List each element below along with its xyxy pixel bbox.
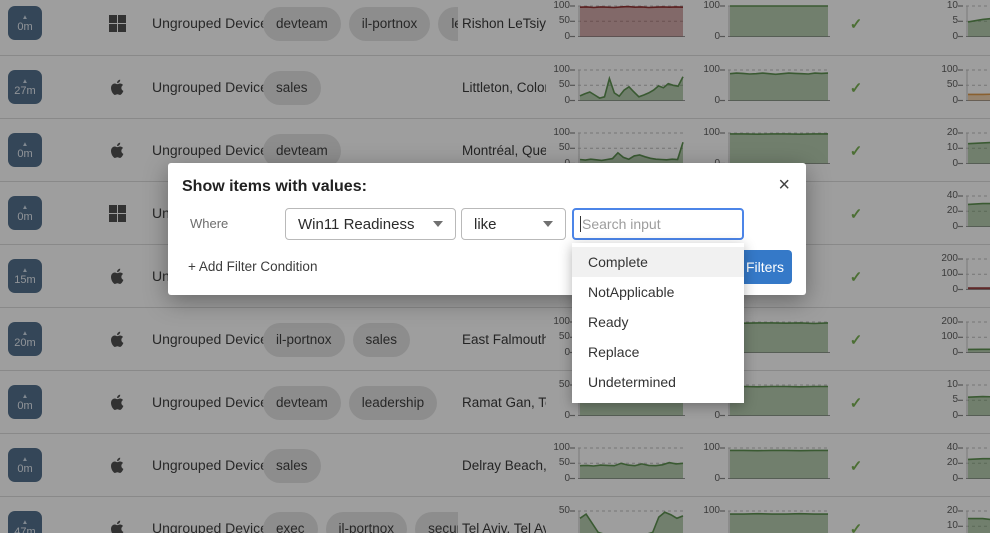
dropdown-option-replace[interactable]: Replace bbox=[572, 337, 744, 367]
chevron-down-icon bbox=[543, 221, 553, 227]
filters-button[interactable]: Filters bbox=[738, 250, 792, 284]
close-icon[interactable]: × bbox=[778, 174, 790, 196]
add-filter-condition-link[interactable]: + Add Filter Condition bbox=[188, 259, 317, 274]
text-cursor bbox=[580, 216, 581, 232]
modal-title: Show items with values: bbox=[182, 178, 367, 196]
search-input-wrapper bbox=[572, 208, 744, 240]
where-label: Where bbox=[190, 216, 228, 231]
device-management-screen: ▲ 0m Ungrouped Devices devteamil-portnox… bbox=[0, 0, 990, 533]
search-input[interactable] bbox=[574, 210, 742, 238]
field-select-value: Win11 Readiness bbox=[298, 216, 414, 233]
dropdown-option-notapplicable[interactable]: NotApplicable bbox=[572, 277, 744, 307]
chevron-down-icon bbox=[433, 221, 443, 227]
operator-select-value: like bbox=[474, 216, 497, 233]
field-select[interactable]: Win11 Readiness bbox=[285, 208, 456, 240]
dropdown-option-undetermined[interactable]: Undetermined bbox=[572, 367, 744, 397]
operator-select[interactable]: like bbox=[461, 208, 566, 240]
value-options-dropdown: CompleteNotApplicableReadyReplaceUndeter… bbox=[572, 243, 744, 403]
dropdown-option-complete[interactable]: Complete bbox=[572, 247, 744, 277]
dropdown-option-ready[interactable]: Ready bbox=[572, 307, 744, 337]
